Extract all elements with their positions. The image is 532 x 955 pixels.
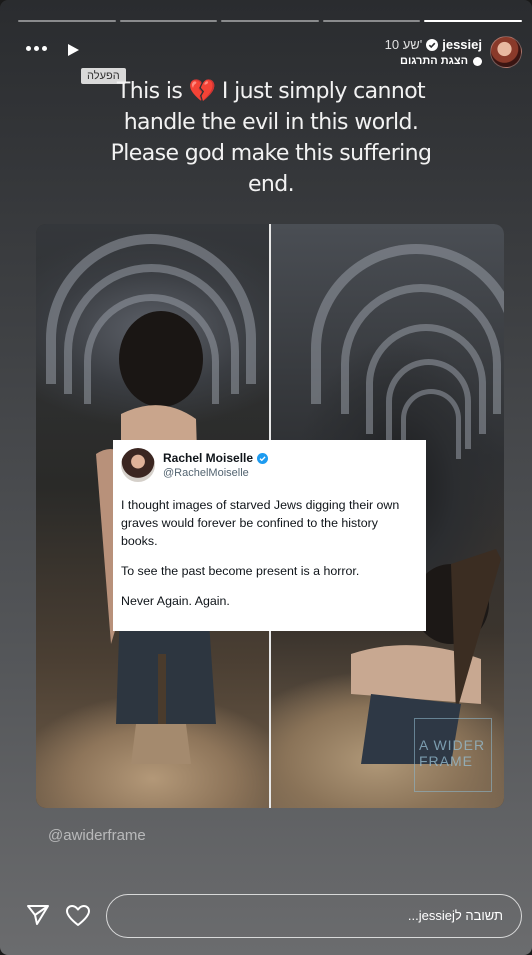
story-progress-bar <box>18 20 522 22</box>
tweet-paragraph: To see the past become present is a horr… <box>121 564 360 578</box>
broken-heart-emoji: 💔 <box>188 79 216 104</box>
photo-watermark: A WIDER FRAME <box>414 718 492 792</box>
heart-icon[interactable] <box>65 904 91 928</box>
verified-icon <box>426 38 439 51</box>
caption-text-start: This is <box>116 79 189 104</box>
tweet-header: Rachel Moiselle @RachelMoiselle <box>121 448 416 482</box>
story-viewer: 10 שע' jessiej הצגת התרגום הפעלה This is… <box>0 0 532 955</box>
tweet-handle: @RachelMoiselle <box>163 467 249 479</box>
story-time: 10 שע' <box>384 37 423 52</box>
story-footer: תשובה לjessiej... <box>0 890 532 940</box>
more-icon[interactable] <box>26 46 47 51</box>
verified-icon <box>257 452 269 464</box>
play-icon[interactable] <box>66 43 80 57</box>
story-caption: This is 💔 I just simply cannot handle th… <box>90 76 452 200</box>
progress-segment <box>119 20 218 22</box>
reply-input[interactable]: תשובה לjessiej... <box>106 894 522 938</box>
story-header: 10 שע' jessiej הצגת התרגום <box>0 34 532 74</box>
credit-mention[interactable]: @awiderframe <box>48 827 146 844</box>
tweet-card: Rachel Moiselle @RachelMoiselle I though… <box>113 440 426 631</box>
progress-segment-active <box>424 20 522 22</box>
progress-segment <box>18 20 116 22</box>
avatar[interactable] <box>490 36 522 68</box>
progress-segment <box>221 20 319 22</box>
tweet-avatar <box>121 448 155 482</box>
tweet-author-name: Rachel Moiselle <box>163 451 254 465</box>
translate-label[interactable]: הצגת התרגום <box>400 55 468 67</box>
tweet-paragraph: I thought images of starved Jews digging… <box>121 498 400 548</box>
send-icon[interactable] <box>26 904 50 926</box>
translate-link[interactable]: הצגת התרגום <box>400 55 482 67</box>
translate-icon <box>473 56 482 66</box>
username[interactable]: jessiej <box>442 37 482 52</box>
tweet-body: I thought images of starved Jews digging… <box>121 496 416 610</box>
user-line: 10 שע' jessiej <box>385 37 482 52</box>
tweet-paragraph: Never Again. Again. <box>121 594 230 608</box>
progress-segment <box>322 20 421 22</box>
